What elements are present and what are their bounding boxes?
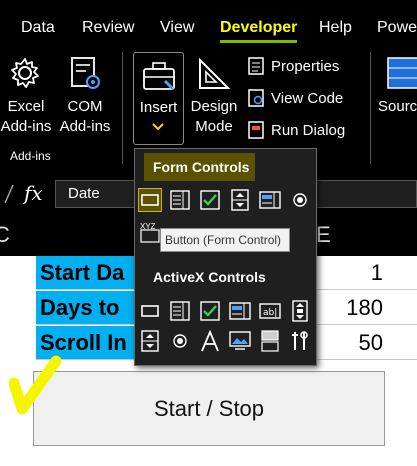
start-stop-button[interactable]: Start / Stop [33, 371, 385, 446]
cell-value-days-to[interactable]: 180 [306, 291, 417, 325]
activex-option-button[interactable] [168, 329, 192, 353]
triangle-ruler-icon [199, 57, 231, 89]
group-box-form-control[interactable]: XYZ [138, 220, 162, 244]
list-box-icon [229, 302, 251, 320]
design-mode-label-1: Design [190, 98, 238, 115]
view-code-icon [248, 89, 264, 107]
option-button-form-control[interactable] [288, 188, 312, 212]
spin-button-form-control[interactable] [228, 188, 252, 212]
option-button-icon [173, 334, 187, 348]
tab-developer[interactable]: Developer [220, 19, 297, 37]
insert-label: Insert [139, 99, 178, 116]
activex-controls-title: ActiveX Controls [153, 269, 266, 285]
label-a-icon [201, 330, 219, 352]
activex-scroll-bar[interactable] [288, 299, 312, 323]
separator-slash-icon [4, 184, 14, 204]
com-addins-button[interactable]: COM Add-ins [56, 54, 114, 146]
tab-review[interactable]: Review [82, 19, 134, 37]
column-header-e[interactable]: E [316, 222, 331, 248]
tab-help[interactable]: Help [319, 19, 352, 37]
xyz-label: XYZ [140, 222, 156, 231]
activex-label[interactable] [198, 329, 222, 353]
tab-view[interactable]: View [160, 19, 194, 37]
column-header-c[interactable]: C [0, 222, 10, 248]
chevron-down-icon [152, 123, 164, 131]
activex-text-box[interactable]: ab| [258, 299, 282, 323]
properties-button[interactable]: Properties [248, 53, 339, 79]
activex-image[interactable] [228, 329, 252, 353]
run-dialog-button[interactable]: Run Dialog [248, 117, 345, 143]
command-button-icon [141, 305, 159, 317]
start-stop-label: Start / Stop [153, 395, 265, 421]
formula-value: Date [68, 185, 100, 202]
ribbon-separator [370, 52, 371, 164]
excel-addins-button[interactable]: Excel Add-ins [0, 54, 52, 146]
combo-box-icon [170, 301, 190, 321]
list-box-form-control[interactable] [258, 188, 282, 212]
text-box-icon: ab| [259, 303, 281, 319]
activex-spin-button[interactable] [138, 329, 162, 353]
activex-check-box[interactable] [198, 299, 222, 323]
toggle-button-icon [261, 330, 279, 352]
source-button[interactable]: Sourc [376, 54, 417, 146]
activex-list-box[interactable] [228, 299, 252, 323]
combo-box-form-control[interactable] [168, 188, 192, 212]
toolbox-icon [143, 62, 175, 91]
image-icon [229, 331, 251, 350]
design-mode-button[interactable]: Design Mode [188, 54, 240, 146]
svg-text:ab|: ab| [263, 308, 277, 318]
checkbox-icon [200, 301, 220, 321]
tooltip: Button (Form Control) [160, 228, 290, 252]
source-icon [387, 57, 417, 89]
activex-combo-box[interactable] [168, 299, 192, 323]
com-addins-label-1: COM [67, 98, 103, 115]
button-control-icon [141, 194, 159, 206]
cell-value-start-date[interactable]: 1 [306, 256, 417, 290]
cell-value-scroll-increment[interactable]: 50 [306, 326, 417, 360]
list-box-icon [259, 191, 281, 209]
form-controls-title: Form Controls [153, 159, 250, 175]
active-tab-underline [220, 40, 297, 43]
view-code-label: View Code [271, 89, 344, 107]
view-code-button[interactable]: View Code [248, 85, 343, 111]
tab-power[interactable]: Powe [377, 19, 417, 37]
activex-command-button[interactable] [138, 299, 162, 323]
insert-button[interactable]: Insert [133, 52, 184, 145]
combo-box-icon [170, 190, 190, 210]
excel-addins-label-1: Excel [7, 98, 45, 115]
tools-icon [292, 331, 308, 350]
activex-more-controls[interactable] [288, 329, 312, 353]
activex-toggle-button[interactable] [258, 329, 282, 353]
group-box-icon [140, 229, 160, 243]
ribbon-separator [122, 52, 123, 164]
excel-addins-label-2: Add-ins [0, 118, 52, 135]
menu-bar: Data Review View Developer Help Powe [0, 0, 417, 44]
properties-label: Properties [271, 57, 340, 75]
check-box-form-control[interactable] [198, 188, 222, 212]
run-dialog-icon [248, 121, 264, 139]
gear-icon [11, 58, 39, 88]
button-form-control[interactable] [138, 188, 162, 212]
option-button-icon [293, 193, 307, 207]
run-dialog-label: Run Dialog [271, 121, 346, 139]
design-mode-label-2: Mode [195, 118, 233, 135]
checkbox-icon [200, 190, 220, 210]
spin-button-icon [141, 330, 159, 352]
properties-icon [248, 57, 264, 75]
tab-data[interactable]: Data [21, 19, 55, 37]
insert-controls-dropdown: Form Controls XYZ Button (Form Control) … [134, 148, 317, 366]
checkmark-icon [8, 355, 62, 415]
spin-button-icon [231, 189, 249, 211]
group-label-addins: Add-ins [10, 149, 51, 163]
com-addins-icon [71, 57, 100, 89]
scroll-bar-icon [292, 300, 308, 322]
fx-icon[interactable]: fx [24, 181, 43, 205]
com-addins-label-2: Add-ins [59, 118, 111, 135]
source-label: Sourc [378, 98, 417, 115]
